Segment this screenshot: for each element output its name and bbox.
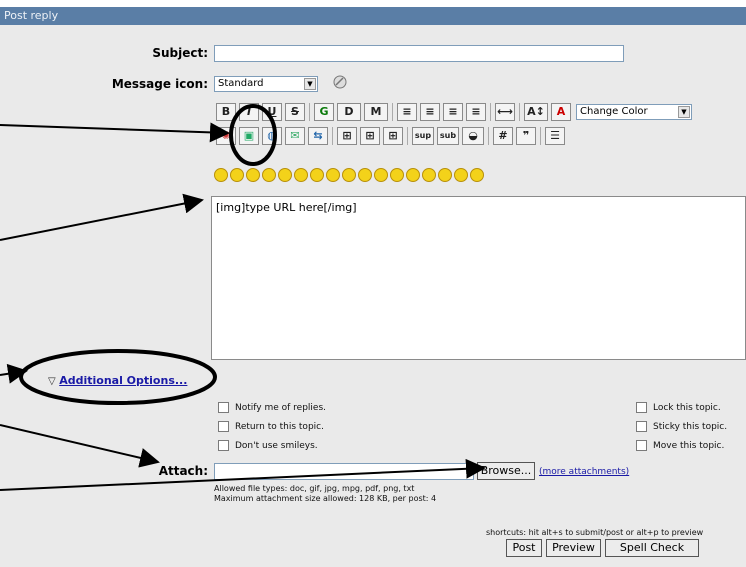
toolbar-divider (332, 127, 333, 145)
max-attachment-size: Maximum attachment size allowed: 128 KB,… (214, 494, 437, 503)
subject-input[interactable] (214, 45, 624, 62)
message-icon-select[interactable]: Standard ▼ (214, 76, 318, 92)
smiley-icon[interactable] (262, 168, 276, 182)
chevron-down-icon: ▼ (678, 106, 690, 118)
chevron-down-icon: ▼ (304, 78, 316, 90)
additional-options-toggle[interactable]: ▽ Additional Options... (48, 374, 198, 390)
smiley-icon[interactable] (454, 168, 468, 182)
move-label: Move this topic. (653, 441, 725, 451)
shortcuts-hint: shortcuts: hit alt+s to submit/post or a… (486, 528, 704, 537)
return-checkbox[interactable] (218, 421, 229, 432)
change-color-select[interactable]: Change Color ▼ (576, 104, 692, 120)
return-label: Return to this topic. (235, 422, 324, 432)
quote-icon[interactable]: ❞ (516, 127, 536, 145)
smiley-icon[interactable] (374, 168, 388, 182)
smiley-icon[interactable] (294, 168, 308, 182)
message-textarea[interactable]: [img]type URL here[/img] (211, 196, 746, 360)
message-icon-label: Message icon: (111, 77, 208, 91)
smiley-row (214, 168, 504, 184)
justify-icon[interactable]: ≡ (466, 103, 486, 121)
notify-label: Notify me of replies. (235, 403, 327, 413)
superscript-icon[interactable]: sup (412, 127, 434, 145)
toolbar-divider (519, 103, 520, 121)
list-icon[interactable]: ☰ (545, 127, 565, 145)
triangle-down-icon: ▽ (48, 376, 56, 387)
toolbar-divider (407, 127, 408, 145)
font-size-icon[interactable]: A↕ (524, 103, 548, 121)
strikethrough-button[interactable]: S (285, 103, 305, 121)
image-icon[interactable]: ▣ (239, 127, 259, 145)
smiley-icon[interactable] (278, 168, 292, 182)
smiley-icon[interactable] (390, 168, 404, 182)
smiley-icon[interactable] (438, 168, 452, 182)
toolbar-divider (392, 103, 393, 121)
table-row-icon[interactable]: ⊞ (360, 127, 380, 145)
no-smileys-label: Don't use smileys. (235, 441, 318, 451)
email-icon[interactable]: ✉ (285, 127, 305, 145)
smiley-icon[interactable] (214, 168, 228, 182)
glow-button[interactable]: G (314, 103, 334, 121)
preview-button[interactable]: Preview (546, 539, 601, 557)
code-icon[interactable]: # (493, 127, 513, 145)
bold-button[interactable]: B (216, 103, 236, 121)
sticky-checkbox[interactable] (636, 421, 647, 432)
flash-icon[interactable]: ✺ (216, 127, 236, 145)
subscript-icon[interactable]: sub (437, 127, 459, 145)
smiley-icon[interactable] (246, 168, 260, 182)
toolbar-divider (309, 103, 310, 121)
shadow-button[interactable]: D (337, 103, 361, 121)
no-smileys-checkbox[interactable] (218, 440, 229, 451)
lock-label: Lock this topic. (653, 403, 721, 413)
smiley-icon[interactable] (470, 168, 484, 182)
teletype-icon[interactable]: ◒ (462, 127, 484, 145)
smiley-icon[interactable] (230, 168, 244, 182)
table-icon[interactable]: ⊞ (337, 127, 357, 145)
smiley-icon[interactable] (422, 168, 436, 182)
change-color-label: Change Color (580, 106, 648, 117)
sticky-label: Sticky this topic. (653, 422, 728, 432)
smiley-icon[interactable] (406, 168, 420, 182)
smiley-icon[interactable] (310, 168, 324, 182)
toolbar-divider (488, 127, 489, 145)
table-column-icon[interactable]: ⊞ (383, 127, 403, 145)
window-title: Post reply (0, 7, 746, 25)
italic-button[interactable]: I (239, 103, 259, 121)
align-left-icon[interactable]: ≡ (397, 103, 417, 121)
allowed-file-types: Allowed file types: doc, gif, jpg, mpg, … (214, 484, 415, 493)
top-strip (0, 0, 746, 7)
ftp-icon[interactable]: ⇆ (308, 127, 328, 145)
spell-check-button[interactable]: Spell Check (605, 539, 699, 557)
attach-label: Attach: (158, 464, 208, 478)
attach-file-input[interactable] (214, 463, 474, 480)
message-body-text: [img]type URL here[/img] (216, 201, 357, 214)
smiley-icon[interactable] (326, 168, 340, 182)
marquee-button[interactable]: M (364, 103, 388, 121)
post-button[interactable]: Post (506, 539, 542, 557)
smiley-icon[interactable] (358, 168, 372, 182)
smiley-icon[interactable] (342, 168, 356, 182)
lock-checkbox[interactable] (636, 402, 647, 413)
hyperlink-icon[interactable]: ◍ (262, 127, 282, 145)
message-icon-selected: Standard (218, 78, 264, 89)
notify-checkbox[interactable] (218, 402, 229, 413)
move-checkbox[interactable] (636, 440, 647, 451)
align-center-icon[interactable]: ≡ (420, 103, 440, 121)
subject-label: Subject: (152, 46, 208, 60)
font-color-icon[interactable]: A (551, 103, 571, 121)
toolbar-divider (540, 127, 541, 145)
underline-button[interactable]: U (262, 103, 282, 121)
toolbar-divider (490, 103, 491, 121)
align-right-icon[interactable]: ≡ (443, 103, 463, 121)
additional-options-label: Additional Options... (59, 374, 188, 387)
message-icon-preview-icon (332, 74, 348, 90)
horizontal-rule-icon[interactable]: ⟷ (495, 103, 515, 121)
more-attachments-link[interactable]: (more attachments) (539, 467, 629, 477)
browse-button[interactable]: Browse... (477, 462, 535, 480)
